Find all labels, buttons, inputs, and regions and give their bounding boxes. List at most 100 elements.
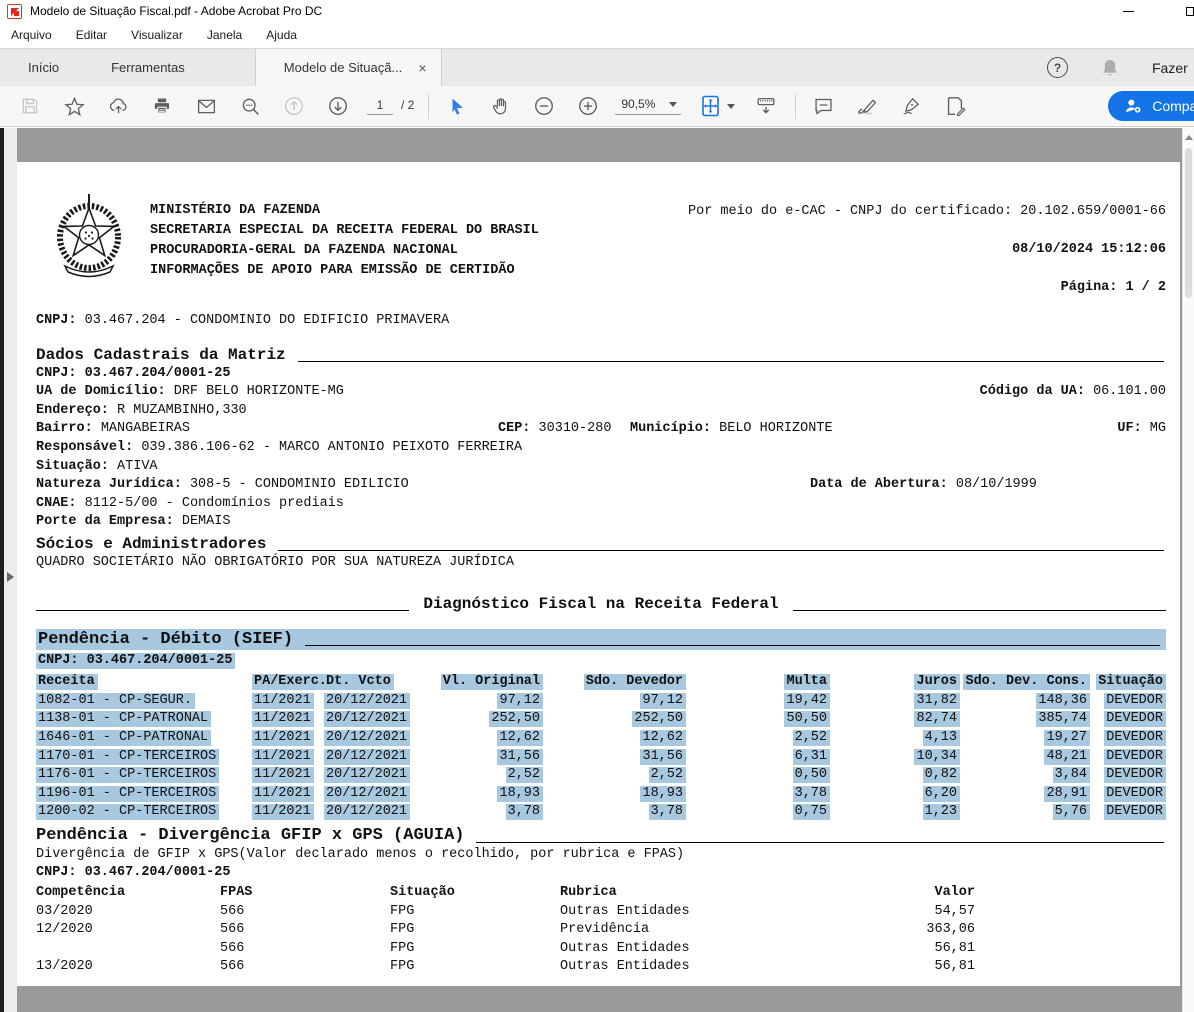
gfip-cnpj: CNPJ: 03.467.204/0001-25 [36,864,1166,883]
table-cell: DEVEDOR [1090,785,1166,804]
hand-tool-button[interactable] [483,91,517,121]
table-row: 1200-02 - CP-TERCEIROS11/202120/12/20213… [36,803,1166,822]
table-cell: 3,78 [406,803,543,822]
table-cell: 56,81 [790,958,975,977]
page-display-button[interactable] [749,91,783,121]
table-cell: 31,82 [830,692,960,711]
fit-page-button[interactable] [695,91,739,121]
table-cell: 31,56 [543,748,686,767]
table-cell: 0,75 [686,803,830,822]
table-cell: 3,84 [960,766,1090,785]
table-cell: 0,82 [830,766,960,785]
tab-ferramentas[interactable]: Ferramentas [85,49,211,86]
table-cell: 20/12/2021 [310,748,406,767]
next-page-button[interactable] [321,91,355,121]
table-cell: 6,20 [830,785,960,804]
select-tool-button[interactable] [439,91,473,121]
notifications-bell-icon[interactable] [1100,57,1120,79]
table-cell: FPAS [220,884,390,903]
table-cell: DEVEDOR [1090,692,1166,711]
table-cell: 252,50 [543,710,686,729]
menu-arquivo[interactable]: Arquivo [11,28,52,42]
certificate-line: Por meio do e-CAC - CNPJ do certificado:… [688,202,1166,221]
zoom-level-dropdown[interactable]: 90,5% [615,97,681,115]
table-cell: 18,93 [406,785,543,804]
help-icon[interactable]: ? [1047,57,1068,78]
field-natureza: Natureza Jurídica: 308-5 - CONDOMINIO ED… [36,476,1166,495]
table-cell: 0,50 [686,766,830,785]
maximize-button[interactable] [1150,0,1194,22]
table-cell: 3,78 [543,803,686,822]
sief-cnpj: CNPJ: 03.467.204/0001-25 [36,653,235,669]
org-line: MINISTÉRIO DA FAZENDA [150,201,539,221]
minimize-button[interactable] [1106,0,1150,22]
tab-close-icon[interactable]: × [418,61,426,75]
table-row: 1170-01 - CP-TERCEIROS11/202120/12/20213… [36,748,1166,767]
table-cell: 11/2021 [252,803,310,822]
zoom-in-button[interactable] [571,91,605,121]
scroll-up-arrow-icon[interactable] [1185,135,1193,140]
field-cnae: CNAE: 8112-5/00 - Condomínios prediais [36,495,1166,514]
page-number-input[interactable]: 1 [367,98,393,115]
section-title: Pendência - Débito (SIEF) [38,630,293,649]
table-cell: 4,13 [830,729,960,748]
table-cell: Vl. Original [406,673,543,692]
table-cell: 48,21 [960,748,1090,767]
field-ua: UA de Domicílio: DRF BELO HORIZONTE-MG C… [36,383,1166,402]
menu-visualizar[interactable]: Visualizar [131,28,183,42]
table-cell: Competência [36,884,220,903]
cnpj-value: 03.467.204 - CONDOMINIO DO EDIFICIO PRIM… [85,313,450,328]
table-cell: 5,76 [960,803,1090,822]
highlight-button[interactable] [850,91,884,121]
field-endereco: Endereço: R MUZAMBINHO,330 [36,402,1166,421]
save-button[interactable] [13,91,47,121]
table-cell: 03/2020 [36,903,220,922]
signin-label[interactable]: Fazer [1152,60,1192,76]
gfip-table: CompetênciaFPASSituaçãoRubricaValor 03/2… [36,884,1166,977]
section-diagnostico: Diagnóstico Fiscal na Receita Federal [36,594,1166,614]
org-line: SECRETARIA ESPECIAL DA RECEITA FEDERAL D… [150,221,539,241]
table-cell: 31,56 [406,748,543,767]
share-upload-button[interactable] [101,91,135,121]
scrollbar-thumb[interactable] [1185,148,1192,298]
search-button[interactable] [233,91,267,121]
menu-ajuda[interactable]: Ajuda [266,28,297,42]
table-cell: Situação [390,884,560,903]
table-row: 1138-01 - CP-PATRONAL11/202120/12/202125… [36,710,1166,729]
zoom-out-button[interactable] [527,91,561,121]
email-button[interactable] [189,91,223,121]
table-cell: 566 [220,958,390,977]
fill-sign-button[interactable] [938,91,972,121]
minimize-icon [1123,11,1134,12]
gfip-subtitle: Divergência de GFIP x GPS(Valor declarad… [36,846,1166,865]
expand-nav-pane-arrow-icon[interactable] [7,572,14,582]
sign-pen-button[interactable] [894,91,928,121]
table-cell: 20/12/2021 [310,692,406,711]
share-button[interactable]: Compar [1108,91,1194,121]
page-number-control: 1 / 2 [367,98,414,115]
table-cell: Valor [790,884,975,903]
tab-document[interactable]: Modelo de Situaçã... × [255,49,442,86]
previous-page-button[interactable] [277,91,311,121]
gfip-table-header: CompetênciaFPASSituaçãoRubricaValor [36,884,1166,903]
toolbar-separator [428,93,429,119]
table-cell: 13/2020 [36,958,220,977]
print-button[interactable] [145,91,179,121]
person-add-icon [1123,96,1143,116]
table-cell: 11/2021 [252,729,310,748]
menu-janela[interactable]: Janela [207,28,242,42]
favorite-star-button[interactable] [57,91,91,121]
acrobat-window: { "colors": { "accent": "#1473e6", "sele… [0,0,1194,1012]
table-cell: Rubrica [560,884,790,903]
tab-inicio[interactable]: Início [2,49,85,86]
menu-editar[interactable]: Editar [76,28,107,42]
table-cell: 20/12/2021 [310,803,406,822]
table-cell: DEVEDOR [1090,766,1166,785]
table-cell: 82,74 [830,710,960,729]
table-cell: 11/2021 [252,785,310,804]
comment-button[interactable] [806,91,840,121]
emission-datetime: 08/10/2024 15:12:06 [688,240,1166,259]
vertical-scrollbar[interactable] [1182,128,1194,1012]
socios-note: QUADRO SOCIETÁRIO NÃO OBRIGATÓRIO POR SU… [36,554,1166,573]
section-title: Dados Cadastrais da Matriz [36,345,286,365]
